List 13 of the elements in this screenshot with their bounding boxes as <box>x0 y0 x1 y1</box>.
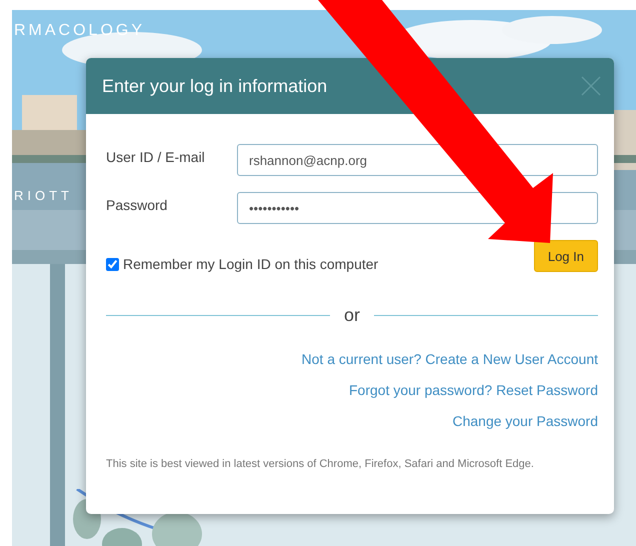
dialog-title: Enter your log in information <box>102 76 328 96</box>
browser-note: This site is best viewed in latest versions of Chrome, Firefox, Safari and Microsoft Edge. <box>106 458 535 470</box>
link[interactable]: Not a current user? Create a New User Account <box>302 350 598 368</box>
hero-heading: RMACOLOGY <box>14 22 146 40</box>
checkbox[interactable] <box>106 258 119 270</box>
login-button[interactable]: Log In <box>534 240 598 272</box>
divider-text: or <box>343 305 362 326</box>
checkbox-label: Remember my Login ID on this computer <box>123 256 378 272</box>
field-label: Password <box>106 196 168 213</box>
field-label: User ID / E-mail <box>106 148 206 165</box>
hero-caption: RIOTT <box>14 188 73 203</box>
link[interactable]: Change your Password <box>452 412 598 430</box>
link[interactable]: Forgot your password? Reset Password <box>349 381 598 399</box>
